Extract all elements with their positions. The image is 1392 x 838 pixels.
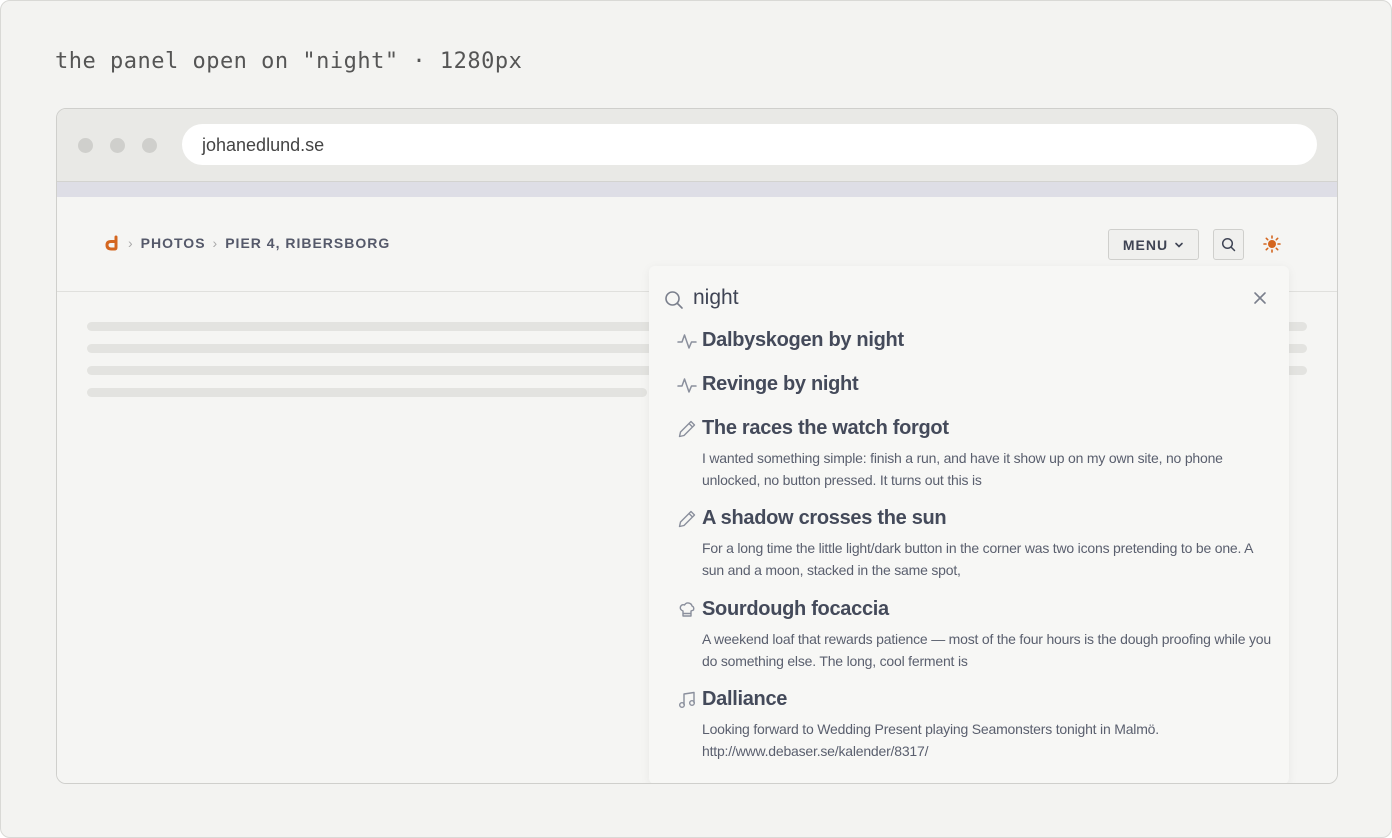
presentation-frame: the panel open on "night" · 1280px johan… xyxy=(0,0,1392,838)
breadcrumb-chevron-icon: › xyxy=(212,235,219,251)
activity-icon xyxy=(677,378,697,393)
result-title: The races the watch forgot xyxy=(702,417,949,439)
result-title: Dalliance xyxy=(702,688,788,710)
result-title: Dalbyskogen by night xyxy=(702,329,904,351)
breadcrumb-chevron-icon: › xyxy=(128,235,134,251)
result-title: A shadow crosses the sun xyxy=(702,507,947,529)
menu-button[interactable]: MENU xyxy=(1108,229,1199,260)
address-bar[interactable]: johanedlund.se xyxy=(182,124,1317,165)
result-snippet: Looking forward to Wedding Present playi… xyxy=(702,721,1159,759)
skeleton-line xyxy=(87,388,647,397)
result-snippet: A weekend loaf that rewards patience — m… xyxy=(702,631,1271,669)
address-bar-url: johanedlund.se xyxy=(202,135,325,155)
search-input[interactable]: night xyxy=(693,286,739,310)
window-dot-minimize[interactable] xyxy=(110,138,125,153)
menu-label: MENU xyxy=(1122,236,1169,253)
activity-icon xyxy=(677,334,697,349)
site-logo-icon[interactable] xyxy=(105,235,121,251)
browser-window: johanedlund.se › PHOTOS › PIER 4, RIBERS… xyxy=(56,108,1338,784)
chevron-down-icon xyxy=(1175,242,1183,248)
page-content: › PHOTOS › PIER 4, RIBERSBORG MENU night… xyxy=(57,197,1337,783)
caption: the panel open on "night" · 1280px xyxy=(55,49,523,74)
result-snippet: For a long time the little light/dark bu… xyxy=(702,540,1253,578)
pencil-icon xyxy=(678,510,696,528)
search-icon xyxy=(665,291,683,309)
pencil-icon xyxy=(678,420,696,438)
result-title: Revinge by night xyxy=(702,373,859,395)
top-stripe xyxy=(57,182,1337,197)
chef-hat-icon xyxy=(679,602,695,617)
breadcrumb-photos[interactable]: PHOTOS xyxy=(141,235,206,251)
breadcrumb: › PHOTOS › PIER 4, RIBERSBORG xyxy=(105,235,390,251)
window-dot-maximize[interactable] xyxy=(142,138,157,153)
search-panel: night Dalbyskogen by night Revinge by ni… xyxy=(649,266,1289,783)
result-snippet: I wanted something simple: finish a run,… xyxy=(702,450,1223,488)
breadcrumb-current: PIER 4, RIBERSBORG xyxy=(225,235,391,251)
result-title: Sourdough focaccia xyxy=(702,598,889,620)
search-button[interactable] xyxy=(1213,229,1244,260)
theme-toggle-sun-icon[interactable] xyxy=(1263,235,1281,253)
browser-chrome: johanedlund.se xyxy=(57,109,1337,182)
window-dot-close[interactable] xyxy=(78,138,93,153)
music-icon xyxy=(679,691,695,708)
search-icon xyxy=(1221,237,1236,252)
close-icon[interactable] xyxy=(1253,291,1267,305)
